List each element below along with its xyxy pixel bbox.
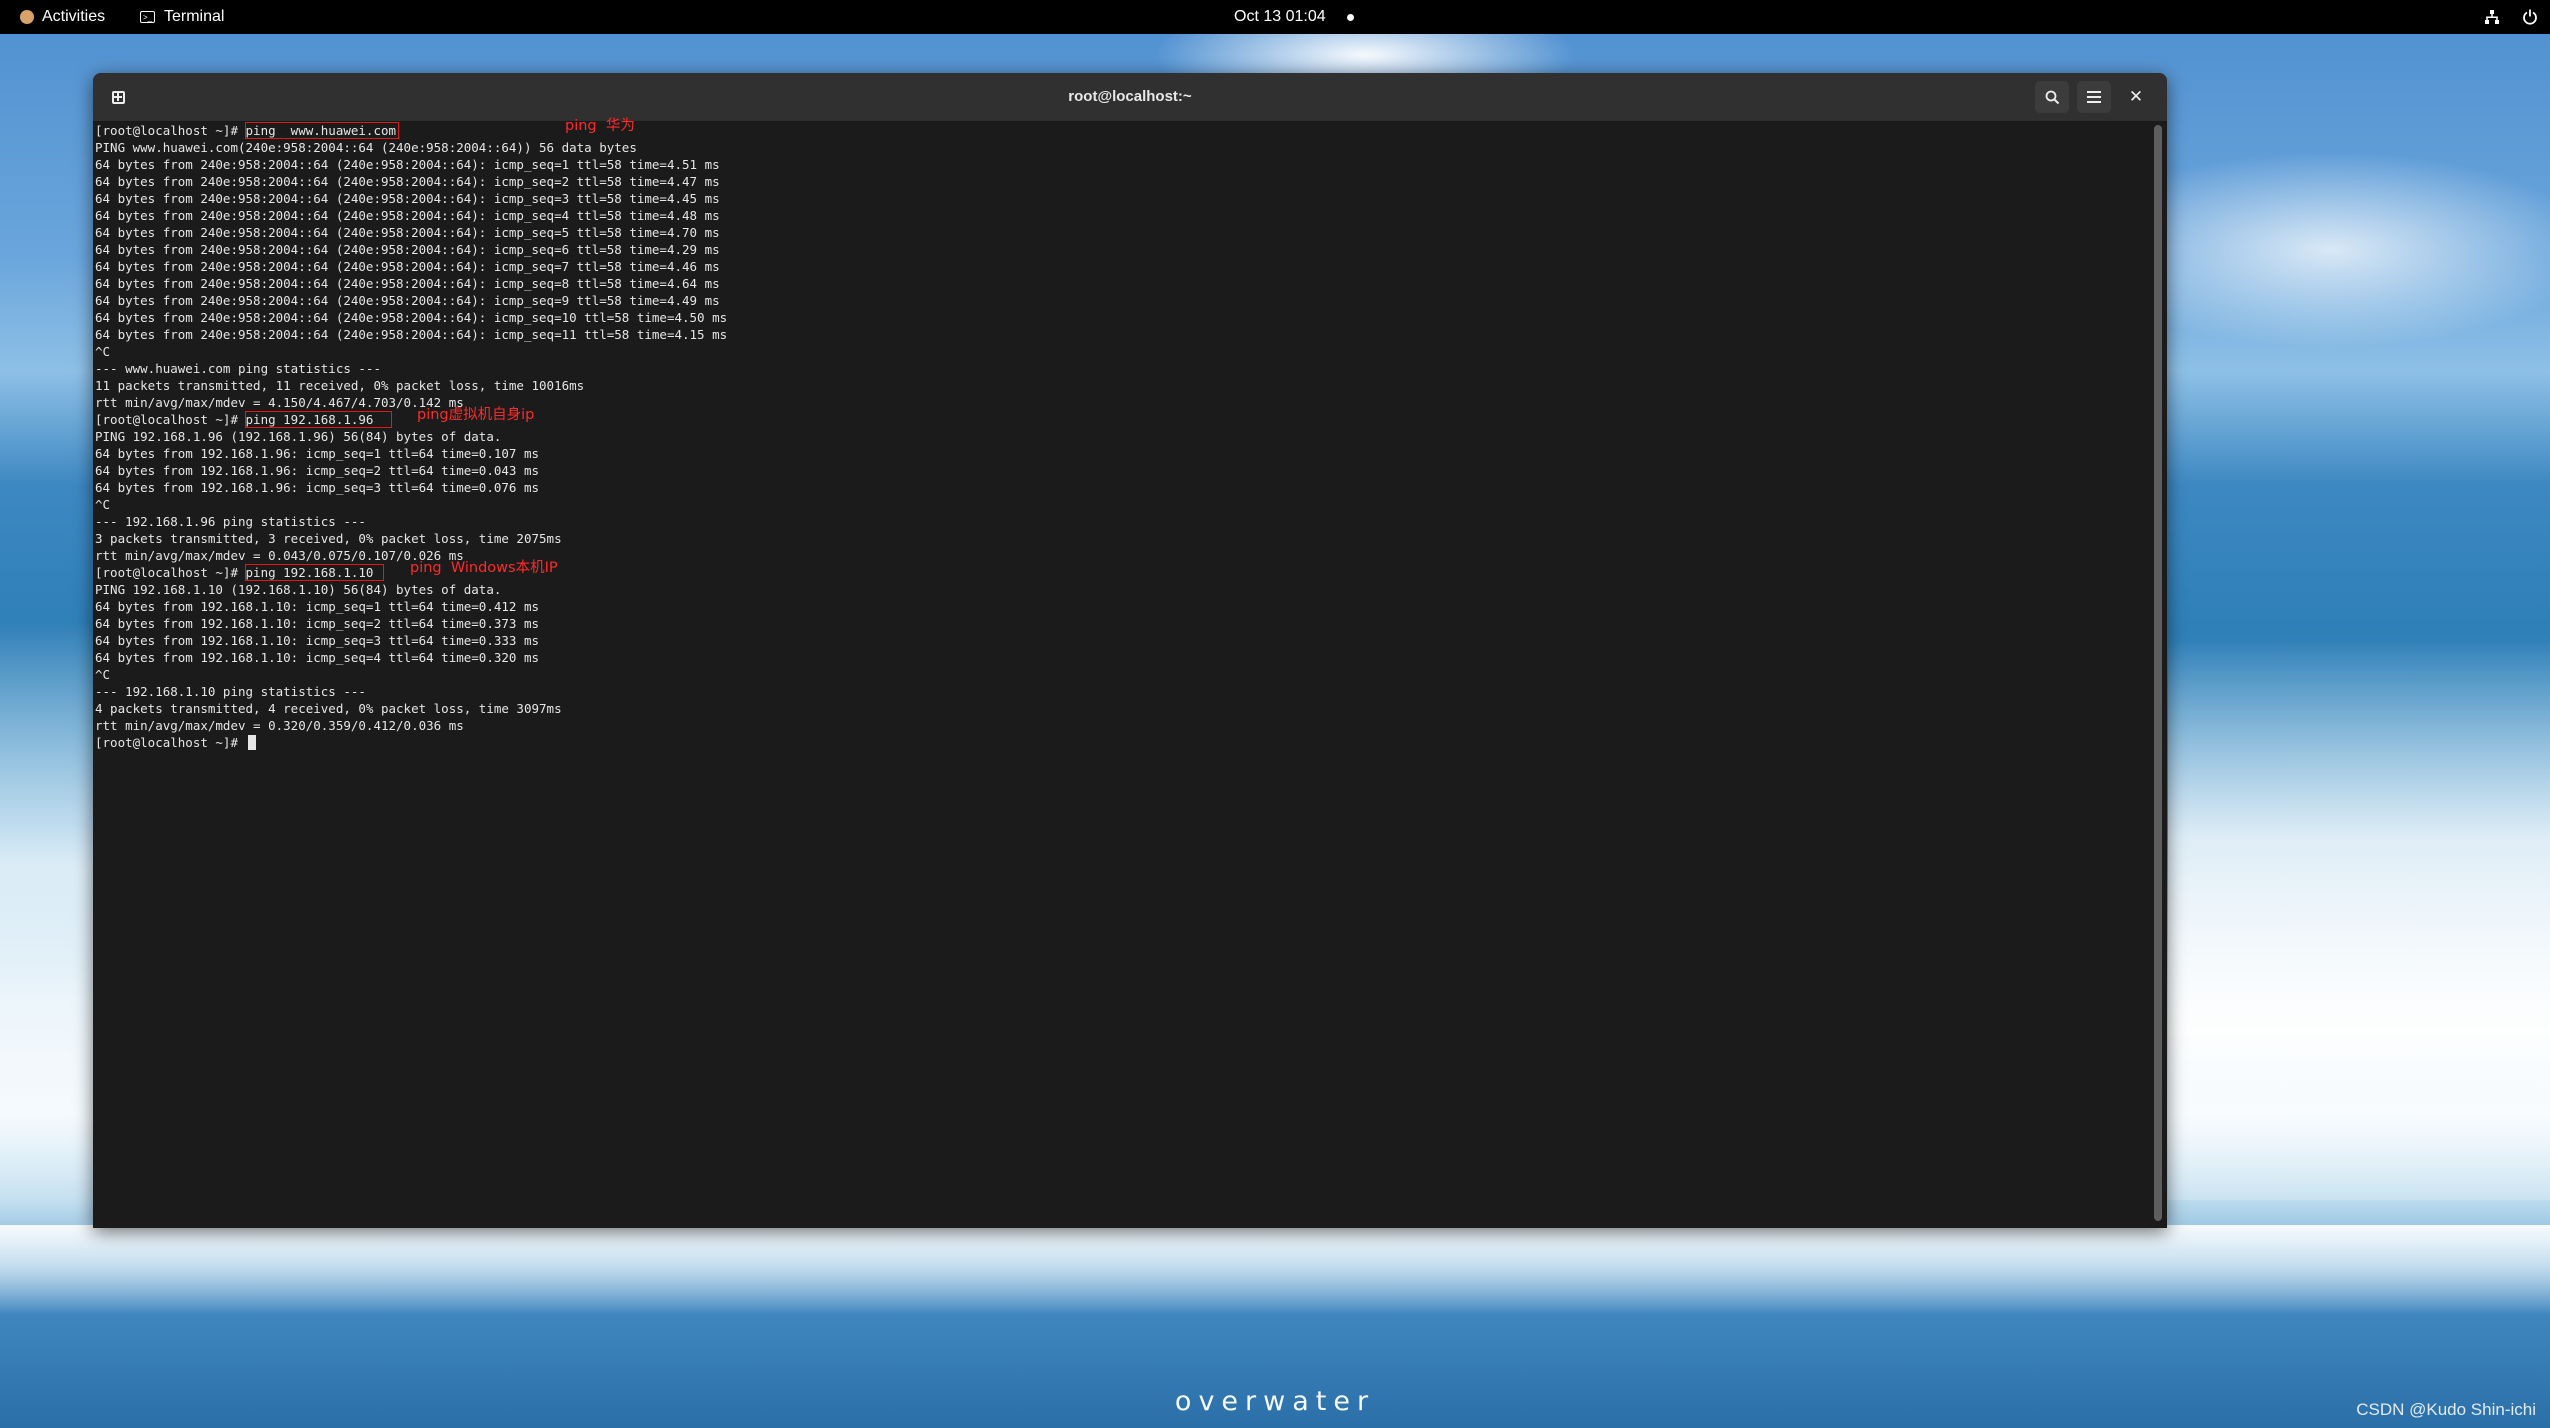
new-tab-button[interactable] (101, 81, 135, 113)
shell-prompt: [root@localhost ~]# (95, 412, 246, 427)
wallpaper-foam (2168, 640, 2550, 1200)
output-line: 64 bytes from 240e:958:2004::64 (240e:95… (95, 276, 720, 291)
search-icon (2045, 90, 2059, 104)
output-line: 64 bytes from 240e:958:2004::64 (240e:95… (95, 191, 720, 206)
prompt-line: [root@localhost ~]# ping 192.168.1.96 pi… (95, 407, 2147, 428)
power-icon[interactable] (2522, 0, 2538, 34)
output-line: 64 bytes from 240e:958:2004::64 (240e:95… (95, 327, 728, 342)
activities-button[interactable]: Activities (20, 0, 105, 34)
output-line: 64 bytes from 240e:958:2004::64 (240e:95… (95, 310, 728, 325)
red-annotation: ping虚拟机自身ip (417, 407, 535, 423)
output-line: 4 packets transmitted, 4 received, 0% pa… (95, 701, 562, 716)
prompt-line: [root@localhost ~]# ping 192.168.1.10 pi… (95, 560, 2147, 581)
csdn-watermark: CSDN @Kudo Shin-ichi (2356, 1400, 2536, 1419)
output-line: 64 bytes from 240e:958:2004::64 (240e:95… (95, 225, 720, 240)
output-line: PING 192.168.1.96 (192.168.1.96) 56(84) … (95, 429, 502, 444)
output-line: 64 bytes from 240e:958:2004::64 (240e:95… (95, 293, 720, 308)
output-line: rtt min/avg/max/mdev = 0.320/0.359/0.412… (95, 718, 464, 733)
red-annotation: ping 华为 (565, 118, 635, 134)
terminal-output[interactable]: [root@localhost ~]# ping www.huawei.com p… (95, 118, 2147, 1222)
top-bar: Activities >_ Terminal Oct 13 01:04 (0, 0, 2550, 34)
output-line: 64 bytes from 240e:958:2004::64 (240e:95… (95, 259, 720, 274)
network-icon[interactable] (2484, 0, 2500, 34)
shell-prompt: [root@localhost ~]# (95, 565, 246, 580)
output-line: ^C (95, 344, 111, 359)
output-line: rtt min/avg/max/mdev = 4.150/4.467/4.703… (95, 395, 464, 410)
prompt-line: [root@localhost ~]# (95, 734, 2147, 751)
wallpaper-caption: overwater (1174, 1386, 1376, 1417)
terminal-icon: >_ (140, 11, 155, 23)
output-line: rtt min/avg/max/mdev = 0.043/0.075/0.107… (95, 548, 464, 563)
shell-prompt: [root@localhost ~]# (95, 735, 246, 750)
shell-prompt: [root@localhost ~]# (95, 123, 246, 138)
app-menu-label: Terminal (164, 8, 225, 25)
output-line: 64 bytes from 192.168.1.96: icmp_seq=3 t… (95, 480, 540, 495)
new-tab-icon (111, 90, 125, 104)
output-line: --- 192.168.1.96 ping statistics --- (95, 514, 366, 529)
output-line: 64 bytes from 192.168.1.96: icmp_seq=2 t… (95, 463, 540, 478)
search-button[interactable] (2035, 81, 2069, 113)
hamburger-menu-button[interactable] (2077, 81, 2111, 113)
output-line: 64 bytes from 240e:958:2004::64 (240e:95… (95, 208, 720, 223)
output-line: 64 bytes from 192.168.1.10: icmp_seq=4 t… (95, 650, 540, 665)
red-annotation: ping Windows本机IP (410, 560, 558, 576)
output-line: ^C (95, 667, 111, 682)
output-line: 64 bytes from 240e:958:2004::64 (240e:95… (95, 242, 720, 257)
output-line: ^C (95, 497, 111, 512)
clock-label: Oct 13 01:04 (1234, 8, 1326, 25)
output-line: 64 bytes from 240e:958:2004::64 (240e:95… (95, 174, 720, 189)
clock-button[interactable]: Oct 13 01:04 (1234, 0, 1326, 34)
window-title: root@localhost:~ (1068, 88, 1192, 105)
output-line: 64 bytes from 240e:958:2004::64 (240e:95… (95, 157, 720, 172)
highlighted-command: ping 192.168.1.10 (244, 564, 384, 581)
wallpaper-foam (0, 1225, 2550, 1315)
text-cursor (247, 735, 256, 750)
highlighted-command: ping 192.168.1.96 (244, 411, 392, 428)
activities-icon (20, 10, 34, 24)
terminal-window: root@localhost:~ ✕ [root@localhost ~]# p… (93, 73, 2167, 1228)
scrollbar[interactable] (2154, 125, 2162, 1221)
close-icon: ✕ (2128, 87, 2144, 107)
output-line: PING www.huawei.com(240e:958:2004::64 (2… (95, 140, 637, 155)
output-line: 64 bytes from 192.168.1.10: icmp_seq=3 t… (95, 633, 540, 648)
scrollbar-thumb[interactable] (2154, 125, 2162, 1221)
output-line: 64 bytes from 192.168.1.10: icmp_seq=2 t… (95, 616, 540, 631)
wallpaper-foam (0, 620, 100, 1240)
output-line: --- 192.168.1.10 ping statistics --- (95, 684, 366, 699)
close-button[interactable]: ✕ (2119, 81, 2153, 113)
app-menu-button[interactable]: >_ Terminal (140, 0, 224, 34)
highlighted-command: ping www.huawei.com (244, 122, 400, 139)
activities-label: Activities (42, 8, 106, 25)
notification-dot-icon (1347, 0, 1354, 34)
output-line: 3 packets transmitted, 3 received, 0% pa… (95, 531, 562, 546)
window-headerbar[interactable]: root@localhost:~ ✕ (93, 73, 2167, 122)
output-line: --- www.huawei.com ping statistics --- (95, 361, 381, 376)
output-line: 64 bytes from 192.168.1.96: icmp_seq=1 t… (95, 446, 540, 461)
output-line: 64 bytes from 192.168.1.10: icmp_seq=1 t… (95, 599, 540, 614)
prompt-line: [root@localhost ~]# ping www.huawei.com p… (95, 118, 2147, 139)
hamburger-icon (2087, 91, 2101, 103)
output-line: 11 packets transmitted, 11 received, 0% … (95, 378, 585, 393)
output-line: PING 192.168.1.10 (192.168.1.10) 56(84) … (95, 582, 502, 597)
